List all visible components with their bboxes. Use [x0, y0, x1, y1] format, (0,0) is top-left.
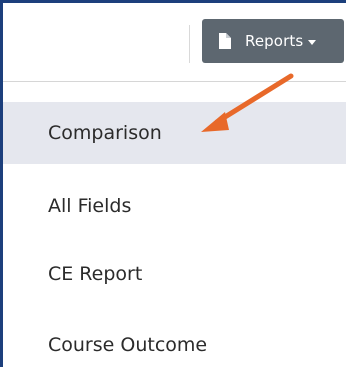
screenshot-stage: Reports Comparison All Fields CE Report …	[0, 0, 346, 367]
selection-frame	[0, 0, 346, 367]
